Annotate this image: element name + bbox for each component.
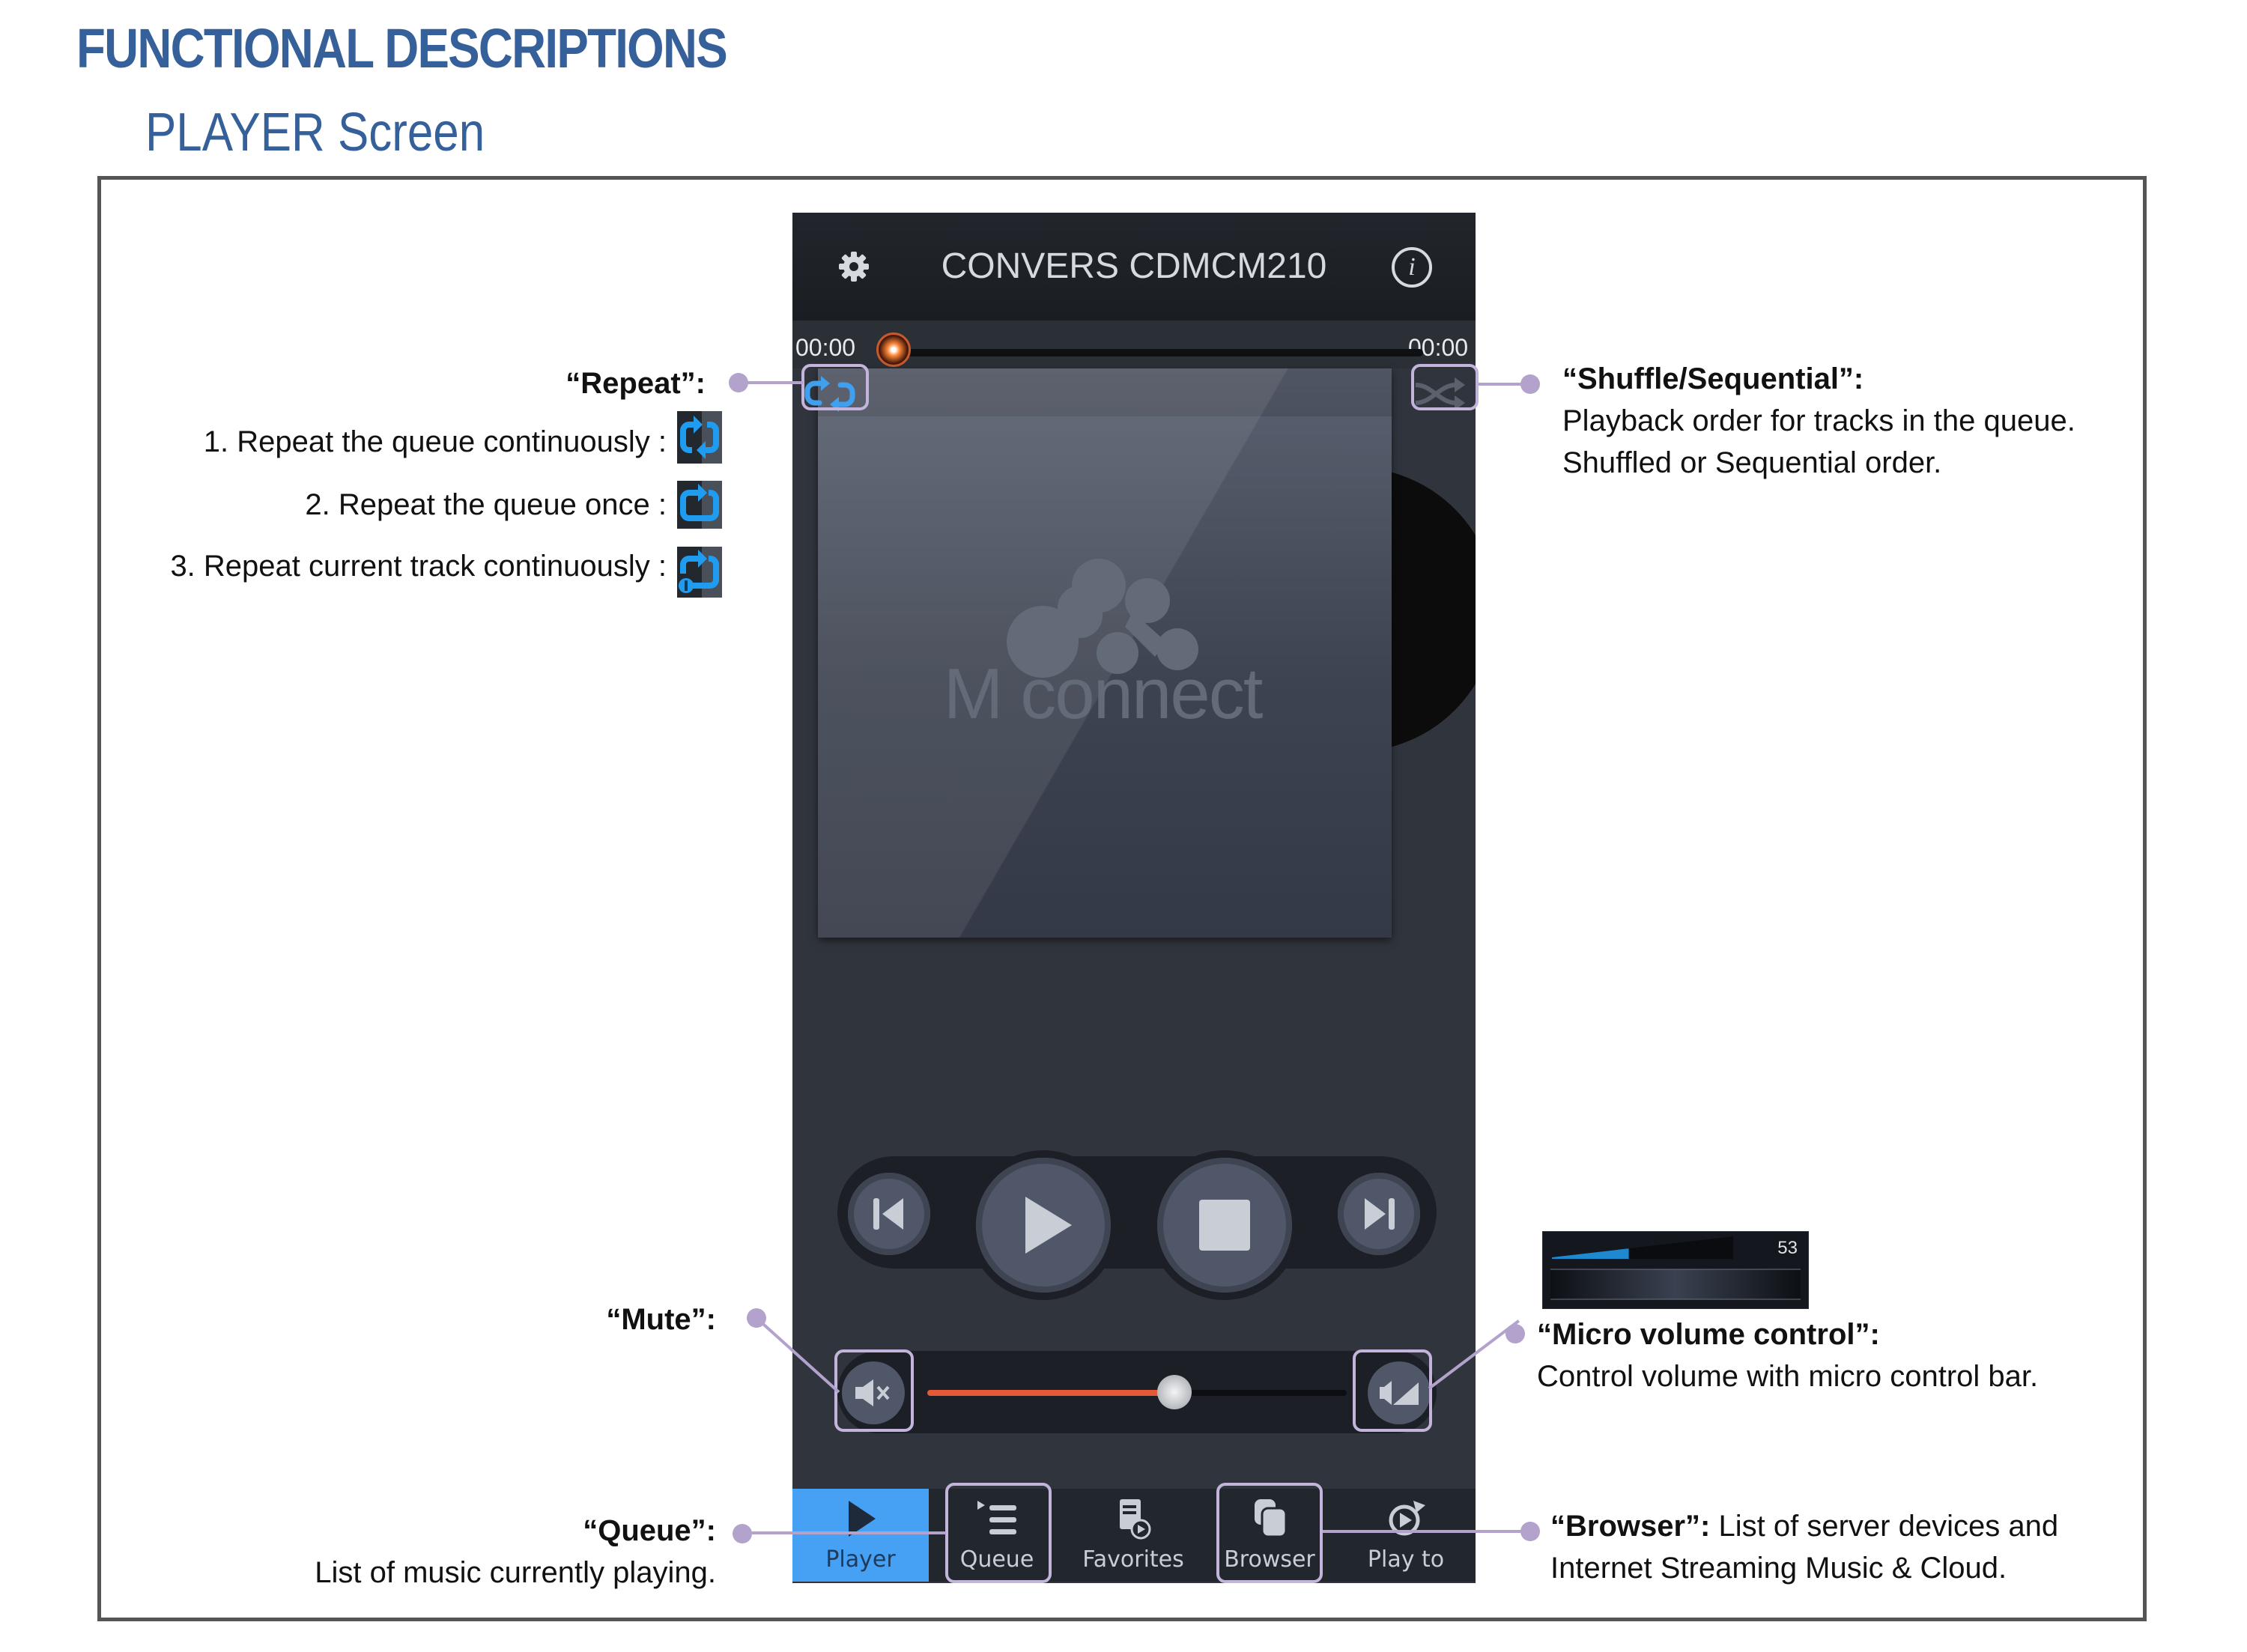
repeat-highlight — [801, 364, 869, 410]
micro-volume-value: 53 — [1777, 1238, 1798, 1258]
page-title: FUNCTIONAL DESCRIPTIONS — [76, 17, 728, 79]
shuffle-title-text: “Shuffle/Sequential”: — [1562, 362, 1864, 395]
micro-volume-panel-graphic — [1550, 1236, 1801, 1300]
previous-icon — [873, 1198, 903, 1230]
micro-volume-description: Control volume with micro control bar. — [1537, 1360, 2039, 1393]
micro-volume-panel: 53 — [1542, 1231, 1809, 1309]
browser-highlight — [1216, 1483, 1323, 1583]
shuffle-highlight — [1411, 364, 1479, 410]
repeat-all-icon — [677, 411, 722, 464]
browser-callout-line — [1323, 1530, 1532, 1533]
micro-volume-title: “Micro volume control”: — [1537, 1314, 1880, 1355]
micro-volume-callout-dot — [1505, 1324, 1525, 1343]
progress-track[interactable] — [890, 349, 1423, 356]
queue-callout-line — [742, 1531, 946, 1534]
browser-description-2: Internet Streaming Music & Cloud. — [1550, 1552, 2007, 1585]
play-to-icon — [1389, 1501, 1425, 1536]
tab-label: Play to — [1367, 1546, 1445, 1573]
shuffle-title: “Shuffle/Sequential”: — [1562, 358, 1864, 400]
shuffle-description-1: Playback order for tracks in the queue. — [1562, 404, 2075, 437]
micro-volume-highlight — [1353, 1349, 1432, 1432]
progress-knob[interactable] — [876, 332, 911, 367]
tab-label: Player — [825, 1546, 896, 1573]
next-icon — [1365, 1198, 1395, 1230]
play-icon — [1025, 1197, 1072, 1254]
repeat-once-icon — [677, 481, 722, 529]
repeat-callout-line — [739, 381, 803, 384]
tab-favorites[interactable]: Favorites — [1065, 1489, 1201, 1582]
repeat-title: “Repeat”: — [374, 362, 706, 404]
next-button[interactable] — [1338, 1173, 1420, 1255]
tab-label: Favorites — [1082, 1546, 1184, 1573]
queue-highlight — [945, 1483, 1052, 1583]
gear-icon[interactable] — [837, 250, 870, 283]
mute-highlight — [834, 1349, 914, 1432]
device-name: CONVERS CDMCM210 — [941, 246, 1327, 286]
repeat-mode-2-label: 2. Repeat the queue once : — [305, 488, 667, 521]
repeat-one-icon — [677, 547, 722, 598]
repeat-title-text: “Repeat”: — [565, 367, 706, 400]
micro-volume-level — [1552, 1248, 1629, 1259]
previous-button[interactable] — [848, 1173, 930, 1255]
queue-title-text: “Queue”: — [583, 1514, 716, 1547]
page-subtitle: PLAYER Screen — [145, 103, 485, 163]
repeat-mode-3-label: 3. Repeat current track continuously : — [170, 550, 667, 583]
queue-title: “Queue”: — [449, 1510, 716, 1552]
micro-volume-title-text: “Micro volume control”: — [1537, 1318, 1880, 1351]
browser-callout-dot — [1520, 1522, 1540, 1541]
mconnect-logo-text: M connect — [943, 654, 1264, 734]
shuffle-callout-dot — [1520, 374, 1540, 394]
shuffle-description-2: Shuffled or Sequential order. — [1562, 446, 1942, 479]
tab-play-to[interactable]: Play to — [1338, 1489, 1474, 1582]
browser-description-1: “Browser”: List of server devices and — [1550, 1505, 2058, 1547]
browser-line-1: List of server devices and — [1710, 1510, 2059, 1543]
tab-bar: Player Queue Favorites Browser Play to — [792, 1489, 1476, 1582]
total-time: 00:00 — [1408, 334, 1469, 361]
mute-title: “Mute”: — [449, 1299, 716, 1340]
album-art: M connect — [818, 368, 1392, 938]
queue-description: List of music currently playing. — [315, 1556, 716, 1589]
play-button[interactable] — [976, 1158, 1111, 1293]
tab-player[interactable]: Player — [792, 1489, 929, 1582]
info-icon[interactable]: i — [1392, 247, 1432, 288]
volume-fill — [927, 1390, 1175, 1396]
favorites-icon — [1120, 1499, 1151, 1540]
stop-icon — [1199, 1200, 1250, 1251]
browser-title-text: “Browser”: — [1550, 1510, 1711, 1543]
elapsed-time: 00:00 — [795, 334, 856, 361]
mute-title-text: “Mute”: — [606, 1303, 716, 1336]
stop-button[interactable] — [1157, 1158, 1292, 1293]
repeat-mode-1-label: 1. Repeat the queue continuously : — [203, 425, 667, 458]
